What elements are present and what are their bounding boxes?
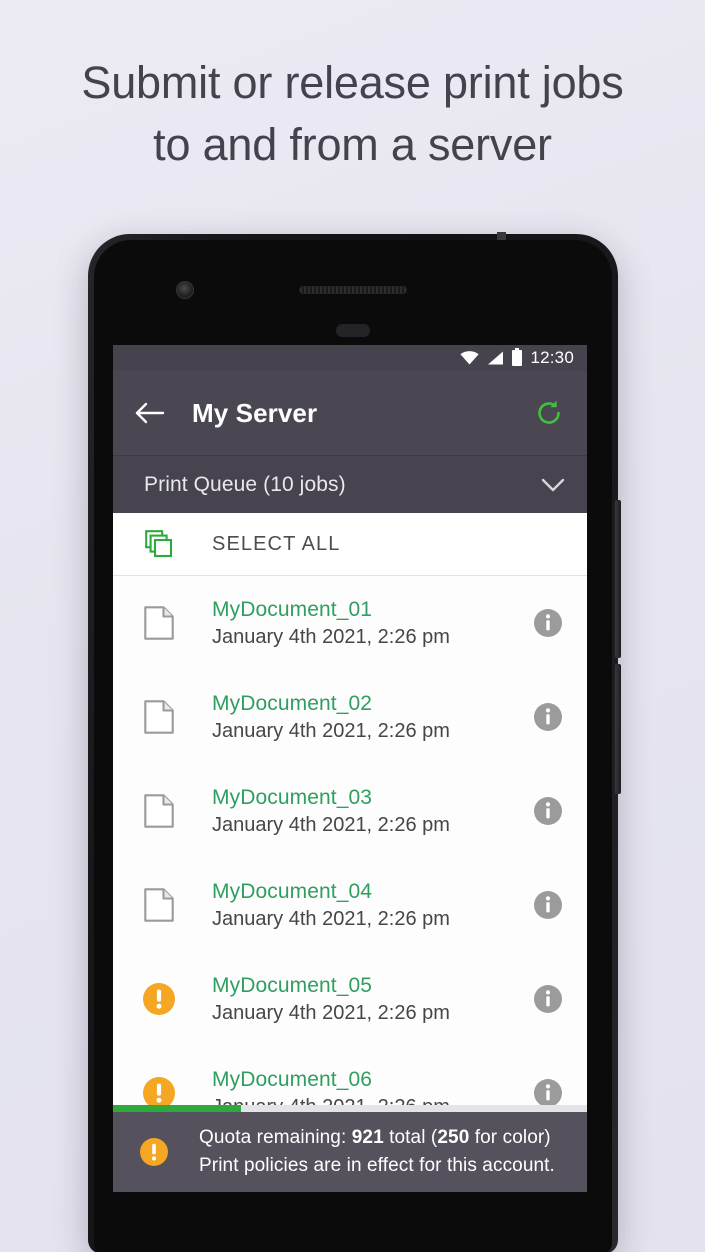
- quota-middle: total (: [383, 1127, 438, 1148]
- quota-line-1: Quota remaining: 921 total (250 for colo…: [199, 1124, 555, 1152]
- info-icon[interactable]: [531, 608, 565, 638]
- job-name: MyDocument_01: [212, 597, 373, 621]
- info-icon[interactable]: [531, 984, 565, 1014]
- app-bar: My Server: [113, 371, 587, 455]
- page-title-line-2: to and from a server: [153, 119, 552, 170]
- page-title: Submit or release print jobs to and from…: [0, 52, 705, 176]
- select-all-row[interactable]: SELECT ALL: [113, 513, 587, 576]
- page-title-line-1: Submit or release print jobs: [81, 57, 624, 108]
- info-icon[interactable]: [531, 890, 565, 920]
- job-date: January 4th 2021, 2:26 pm: [212, 813, 450, 836]
- print-job-list[interactable]: MyDocument_01 January 4th 2021, 2:26 pm My…: [113, 576, 587, 1138]
- job-name: MyDocument_05: [212, 973, 373, 997]
- job-text: MyDocument_05 January 4th 2021, 2:26 pm: [212, 972, 531, 1027]
- job-list-item[interactable]: MyDocument_01 January 4th 2021, 2:26 pm: [113, 576, 587, 670]
- warning-icon: [138, 982, 180, 1016]
- quota-prefix: Quota remaining:: [199, 1127, 352, 1148]
- print-queue-label: Print Queue (10 jobs): [144, 472, 346, 496]
- signal-icon: [487, 351, 504, 365]
- info-icon[interactable]: [531, 1078, 565, 1108]
- document-icon: [138, 700, 180, 734]
- quota-total-value: 921: [351, 1127, 384, 1148]
- info-icon[interactable]: [531, 702, 565, 732]
- app-bar-title: My Server: [192, 397, 318, 428]
- job-list-item[interactable]: MyDocument_03 January 4th 2021, 2:26 pm: [113, 764, 587, 858]
- status-bar: 12:30: [113, 345, 587, 371]
- sensor-slot: [336, 324, 370, 337]
- progress-bar-fill: [113, 1105, 241, 1112]
- info-icon[interactable]: [531, 796, 565, 826]
- quota-banner: Quota remaining: 921 total (250 for colo…: [113, 1105, 587, 1192]
- select-all-label: SELECT ALL: [212, 532, 341, 555]
- job-date: January 4th 2021, 2:26 pm: [212, 1001, 450, 1024]
- quota-line-2: Print policies are in effect for this ac…: [199, 1155, 555, 1176]
- job-name: MyDocument_06: [212, 1067, 373, 1091]
- battery-icon: [512, 348, 523, 366]
- job-date: January 4th 2021, 2:26 pm: [212, 907, 450, 930]
- job-text: MyDocument_03 January 4th 2021, 2:26 pm: [212, 784, 531, 839]
- progress-bar-track: [113, 1105, 587, 1112]
- front-camera-icon: [176, 281, 194, 299]
- refresh-icon[interactable]: [528, 392, 570, 434]
- phone-chin: [113, 1192, 587, 1248]
- job-text: MyDocument_04 January 4th 2021, 2:26 pm: [212, 878, 531, 933]
- quota-suffix: for color): [469, 1127, 551, 1148]
- job-list-item[interactable]: MyDocument_02 January 4th 2021, 2:26 pm: [113, 670, 587, 764]
- volume-button[interactable]: [615, 664, 621, 794]
- phone-screen: 12:30 My Server Print Queue (10 jobs) SE…: [113, 345, 587, 1192]
- power-button[interactable]: [615, 500, 621, 658]
- back-arrow-icon[interactable]: [130, 393, 170, 433]
- job-name: MyDocument_02: [212, 691, 373, 715]
- earpiece-speaker: [299, 286, 407, 294]
- job-date: January 4th 2021, 2:26 pm: [212, 719, 450, 742]
- quota-color-value: 250: [437, 1127, 470, 1148]
- document-icon: [138, 606, 180, 640]
- print-queue-selector[interactable]: Print Queue (10 jobs): [113, 455, 587, 513]
- job-name: MyDocument_03: [212, 785, 373, 809]
- document-icon: [138, 794, 180, 828]
- document-icon: [138, 888, 180, 922]
- job-text: MyDocument_02 January 4th 2021, 2:26 pm: [212, 690, 531, 745]
- job-text: MyDocument_01 January 4th 2021, 2:26 pm: [212, 596, 531, 651]
- job-list-item[interactable]: MyDocument_04 January 4th 2021, 2:26 pm: [113, 858, 587, 952]
- select-all-icon: [138, 530, 180, 558]
- warning-icon: [135, 1137, 173, 1167]
- chevron-down-icon[interactable]: [538, 470, 568, 500]
- quota-text: Quota remaining: 921 total (250 for colo…: [199, 1124, 555, 1180]
- job-name: MyDocument_04: [212, 879, 373, 903]
- status-clock: 12:30: [530, 348, 574, 367]
- job-date: January 4th 2021, 2:26 pm: [212, 625, 450, 648]
- phone-mockup: 12:30 My Server Print Queue (10 jobs) SE…: [88, 232, 621, 1252]
- job-list-item[interactable]: MyDocument_05 January 4th 2021, 2:26 pm: [113, 952, 587, 1046]
- wifi-icon: [460, 351, 480, 365]
